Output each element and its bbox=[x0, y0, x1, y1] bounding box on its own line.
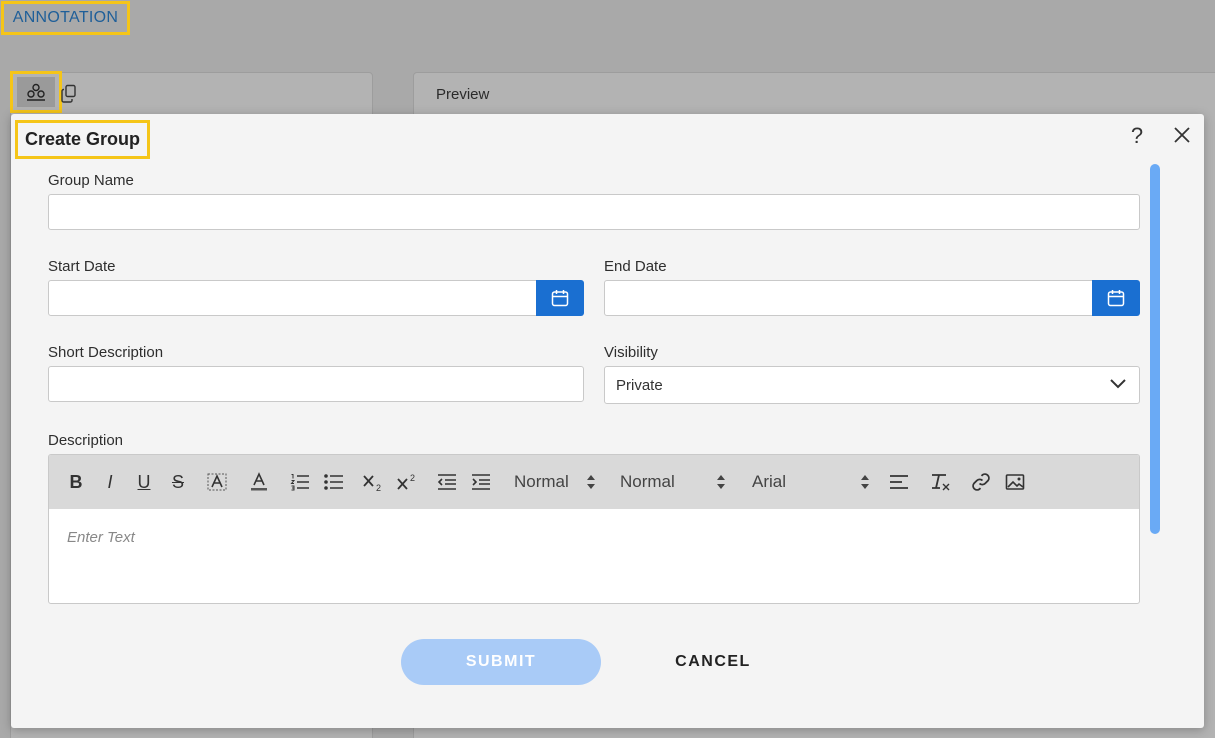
help-icon[interactable]: ? bbox=[1127, 123, 1147, 149]
link-button[interactable] bbox=[969, 455, 993, 509]
align-left-icon bbox=[890, 475, 908, 489]
dialog-title: Create Group bbox=[15, 120, 151, 159]
scrollbar-thumb[interactable] bbox=[1150, 164, 1160, 534]
outdent-icon bbox=[437, 474, 456, 490]
indent-button[interactable] bbox=[469, 455, 493, 509]
calendar-icon bbox=[551, 290, 569, 307]
bullet-list-icon bbox=[324, 474, 343, 490]
ordered-list-button[interactable] bbox=[288, 455, 312, 509]
preview-label: Preview bbox=[436, 86, 490, 103]
chevron-down-icon bbox=[1110, 379, 1126, 389]
outdent-button[interactable] bbox=[435, 455, 459, 509]
group-name-label: Group Name bbox=[48, 172, 134, 189]
end-date-calendar-button[interactable] bbox=[1092, 280, 1140, 316]
bold-button[interactable]: B bbox=[65, 455, 87, 509]
indent-icon bbox=[472, 474, 490, 490]
strikethrough-button[interactable]: S bbox=[167, 455, 189, 509]
font-color-button[interactable] bbox=[247, 455, 271, 509]
calendar-icon bbox=[1107, 290, 1125, 307]
short-description-input[interactable] bbox=[48, 366, 584, 402]
size-select-value: Normal bbox=[620, 472, 675, 491]
font-color-icon bbox=[251, 472, 267, 491]
underline-button[interactable]: U bbox=[133, 455, 155, 509]
font-select[interactable]: Arial bbox=[752, 455, 874, 509]
visibility-value: Private bbox=[616, 376, 663, 394]
editor-text-area[interactable]: Enter Text bbox=[49, 509, 1139, 566]
start-date-label: Start Date bbox=[48, 258, 116, 275]
description-editor: B I U S 2 2 Normal Normal Arial Enter Te… bbox=[48, 454, 1140, 604]
superscript-button[interactable]: 2 bbox=[395, 455, 419, 509]
sort-arrows-icon bbox=[861, 475, 869, 489]
clear-format-icon bbox=[932, 474, 950, 491]
close-icon[interactable] bbox=[1171, 124, 1193, 146]
heading-select[interactable]: Normal bbox=[514, 455, 600, 509]
annotation-tab[interactable]: ANNOTATION bbox=[1, 1, 130, 35]
short-description-label: Short Description bbox=[48, 344, 164, 361]
heading-select-value: Normal bbox=[514, 472, 569, 491]
link-icon bbox=[972, 473, 990, 491]
font-select-value: Arial bbox=[752, 472, 787, 491]
image-icon bbox=[1005, 474, 1025, 490]
sort-arrows-icon bbox=[587, 475, 595, 489]
description-label: Description bbox=[48, 432, 124, 449]
svg-text:2: 2 bbox=[410, 473, 415, 483]
subscript-button[interactable]: 2 bbox=[361, 455, 385, 509]
cancel-button[interactable]: CANCEL bbox=[651, 639, 775, 685]
start-date-input[interactable] bbox=[48, 280, 538, 316]
subscript-icon: 2 bbox=[363, 475, 381, 492]
svg-text:2: 2 bbox=[376, 483, 381, 492]
copy-icon[interactable] bbox=[60, 84, 78, 104]
image-button[interactable] bbox=[1003, 455, 1027, 509]
clear-format-button[interactable] bbox=[929, 455, 953, 509]
italic-button[interactable]: I bbox=[99, 455, 121, 509]
background-color-button[interactable] bbox=[205, 455, 229, 509]
end-date-input[interactable] bbox=[604, 280, 1094, 316]
align-button[interactable] bbox=[887, 455, 911, 509]
create-group-button[interactable] bbox=[10, 71, 62, 113]
ordered-list-icon bbox=[290, 474, 309, 491]
end-date-label: End Date bbox=[604, 258, 667, 275]
highlight-icon bbox=[207, 473, 227, 491]
sort-arrows-icon bbox=[717, 475, 725, 489]
start-date-calendar-button[interactable] bbox=[536, 280, 584, 316]
annotation-tab-label: ANNOTATION bbox=[12, 9, 119, 26]
create-group-dialog: Create Group ? Group Name Start Date End… bbox=[11, 114, 1204, 728]
bullet-list-button[interactable] bbox=[322, 455, 346, 509]
superscript-icon: 2 bbox=[397, 473, 415, 490]
editor-toolbar: B I U S 2 2 Normal Normal Arial bbox=[49, 455, 1139, 509]
visibility-select[interactable]: Private bbox=[604, 366, 1140, 404]
submit-button[interactable]: SUBMIT bbox=[401, 639, 601, 685]
size-select[interactable]: Normal bbox=[620, 455, 730, 509]
visibility-label: Visibility bbox=[604, 344, 658, 361]
group-icon bbox=[27, 83, 45, 101]
group-name-input[interactable] bbox=[48, 194, 1140, 230]
